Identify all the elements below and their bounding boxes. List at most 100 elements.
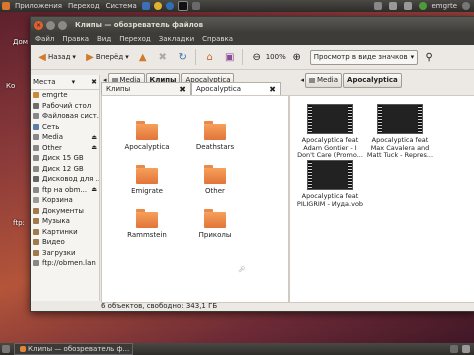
- drive-icon: [33, 165, 39, 172]
- sidebar-item[interactable]: Картинки: [31, 227, 99, 238]
- sidebar-item[interactable]: Загрузки: [31, 248, 99, 259]
- forward-button[interactable]: ▶ Вперёд ▾: [81, 48, 132, 66]
- zoom-in-button[interactable]: ⊕: [288, 48, 306, 66]
- user-icon[interactable]: [418, 2, 427, 10]
- folder-item[interactable]: Приколы: [180, 209, 250, 239]
- desktop-label-home[interactable]: Дом: [13, 38, 28, 46]
- zoom-out-button[interactable]: ⊖: [248, 48, 266, 66]
- menu-edit[interactable]: Правка: [58, 35, 93, 43]
- close-window-button[interactable]: ×: [34, 20, 43, 30]
- sidebar-item[interactable]: ftp://obmen.lan: [31, 258, 99, 269]
- path-left-arrow-right[interactable]: ◂: [300, 76, 304, 84]
- folder-item[interactable]: Emigrate: [112, 165, 182, 195]
- sidebar-item[interactable]: Диск 15 GB: [31, 153, 99, 164]
- help-launcher-icon[interactable]: [165, 2, 174, 10]
- trash-icon: [33, 197, 39, 204]
- sidebar-item[interactable]: Рабочий стол: [31, 101, 99, 112]
- sidebar-item[interactable]: Дисковод для ...⏏: [31, 174, 99, 185]
- back-button[interactable]: ◀ Назад ▾: [33, 48, 79, 66]
- sidebar-dropdown-icon[interactable]: ▾: [72, 78, 76, 86]
- close-tab-icon[interactable]: ✖: [179, 85, 186, 94]
- sidebar-item[interactable]: Корзина: [31, 195, 99, 206]
- menu-system[interactable]: Система: [103, 2, 140, 10]
- folder-icon: [33, 228, 39, 235]
- eject-icon[interactable]: ⏏: [91, 186, 97, 193]
- mail-icon[interactable]: [388, 2, 397, 10]
- menu-file[interactable]: Файл: [31, 35, 58, 43]
- forward-dropdown-icon[interactable]: ▾: [125, 53, 129, 61]
- taskbar-item[interactable]: Клипы — обозреватель ф...: [14, 343, 134, 355]
- sidebar-item[interactable]: Media ⏏: [31, 132, 99, 143]
- trash-icon[interactable]: [462, 345, 470, 353]
- show-desktop-icon[interactable]: [2, 345, 10, 353]
- power-icon[interactable]: [462, 2, 470, 10]
- close-sidebar-icon[interactable]: ✖: [91, 78, 97, 86]
- menu-applications[interactable]: Приложения: [12, 2, 65, 10]
- sidebar-item[interactable]: Документы: [31, 206, 99, 217]
- view-mode-select[interactable]: Просмотр в виде значков ▾: [309, 49, 419, 65]
- sidebar-item-label: Сеть: [42, 122, 60, 131]
- menu-view[interactable]: Вид: [93, 35, 115, 43]
- stop-button[interactable]: ✖: [154, 48, 172, 66]
- sidebar-item[interactable]: Other ⏏: [31, 143, 99, 154]
- monitor-launcher-icon[interactable]: [191, 2, 200, 10]
- video-item[interactable]: Apocalyptica feat Adam Gontier - I Don't…: [296, 104, 364, 160]
- left-file-pane[interactable]: Apocalyptica Deathstars Emigrate Other R…: [101, 95, 289, 303]
- menu-bookmarks[interactable]: Закладки: [155, 35, 198, 43]
- tab-clips[interactable]: Клипы ✖: [101, 82, 191, 95]
- crumb-media-right[interactable]: Media: [305, 72, 343, 88]
- minimize-window-button[interactable]: [46, 20, 55, 30]
- sidebar-item[interactable]: ftp на obm... ⏏: [31, 185, 99, 196]
- sidebar-item-label: Other: [42, 143, 62, 152]
- sidebar-item[interactable]: emgrte: [31, 90, 99, 101]
- tab-apocalyptica[interactable]: Apocalyptica ✖: [191, 82, 281, 95]
- video-item[interactable]: Apocalyptica feat Max Cavalera and Matt …: [366, 104, 434, 160]
- video-item[interactable]: Apocalyptica feat PILIGRIM - Иуда.vob: [296, 160, 364, 208]
- folder-item[interactable]: Deathstars: [180, 121, 250, 151]
- ubuntu-logo-icon[interactable]: [2, 2, 10, 10]
- menu-help[interactable]: Справка: [198, 35, 237, 43]
- sound-icon[interactable]: [403, 2, 412, 10]
- user-name[interactable]: emgrte: [432, 2, 458, 10]
- folder-item[interactable]: Apocalyptica: [112, 121, 182, 151]
- sidebar-header[interactable]: Места ▾ ✖: [31, 75, 99, 90]
- back-dropdown-icon[interactable]: ▾: [72, 53, 76, 61]
- eject-icon[interactable]: ⏏: [91, 144, 97, 151]
- folder-icon: [204, 121, 226, 140]
- desktop-icon: [33, 102, 39, 109]
- desktop-label-computer[interactable]: Ко: [6, 82, 15, 90]
- sidebar-item[interactable]: Сеть: [31, 122, 99, 133]
- crumb-apocalyptica-right[interactable]: Apocalyptica: [343, 72, 402, 88]
- folder-item[interactable]: Rammstein: [112, 209, 182, 239]
- computer-button[interactable]: ▣: [221, 48, 239, 66]
- right-file-pane[interactable]: Apocalyptica feat Adam Gontier - I Don't…: [289, 95, 474, 303]
- maximize-window-button[interactable]: [58, 20, 67, 30]
- search-button[interactable]: ⚲: [420, 48, 438, 66]
- close-tab-icon[interactable]: ✖: [269, 85, 276, 94]
- folder-item[interactable]: Other: [180, 165, 250, 195]
- window-titlebar[interactable]: × Клипы — обозреватель файлов: [31, 17, 474, 33]
- sidebar-item[interactable]: Файловая сист...: [31, 111, 99, 122]
- sidebar-item[interactable]: Музыка: [31, 216, 99, 227]
- eject-icon[interactable]: ⏏: [91, 134, 97, 141]
- up-button[interactable]: ▲: [134, 48, 152, 66]
- network-icon[interactable]: [373, 2, 382, 10]
- home-button[interactable]: ⌂: [201, 48, 219, 66]
- reload-button[interactable]: ↻: [174, 48, 192, 66]
- menu-go[interactable]: Переход: [115, 35, 155, 43]
- menu-places[interactable]: Переход: [65, 2, 103, 10]
- sidebar-item[interactable]: Видео: [31, 237, 99, 248]
- sidebar-item[interactable]: Диск 12 GB: [31, 164, 99, 175]
- desktop-label-ftp[interactable]: ftp:: [13, 219, 25, 227]
- chrome-launcher-icon[interactable]: [153, 2, 162, 10]
- network-icon: [33, 123, 39, 130]
- sidebar-item-label: ftp://obmen.lan: [42, 259, 96, 268]
- workspace-switcher-icon[interactable]: [450, 345, 458, 353]
- search-icon: ⚲: [425, 51, 433, 63]
- terminal-launcher-icon[interactable]: [177, 1, 188, 11]
- folder-icon: [204, 209, 226, 228]
- sidebar-item-label: emgrte: [42, 91, 68, 100]
- menubar: Файл Правка Вид Переход Закладки Справка: [31, 33, 474, 45]
- sidebar-item-label: Загрузки: [42, 248, 76, 257]
- browser-launcher-icon[interactable]: [141, 2, 150, 10]
